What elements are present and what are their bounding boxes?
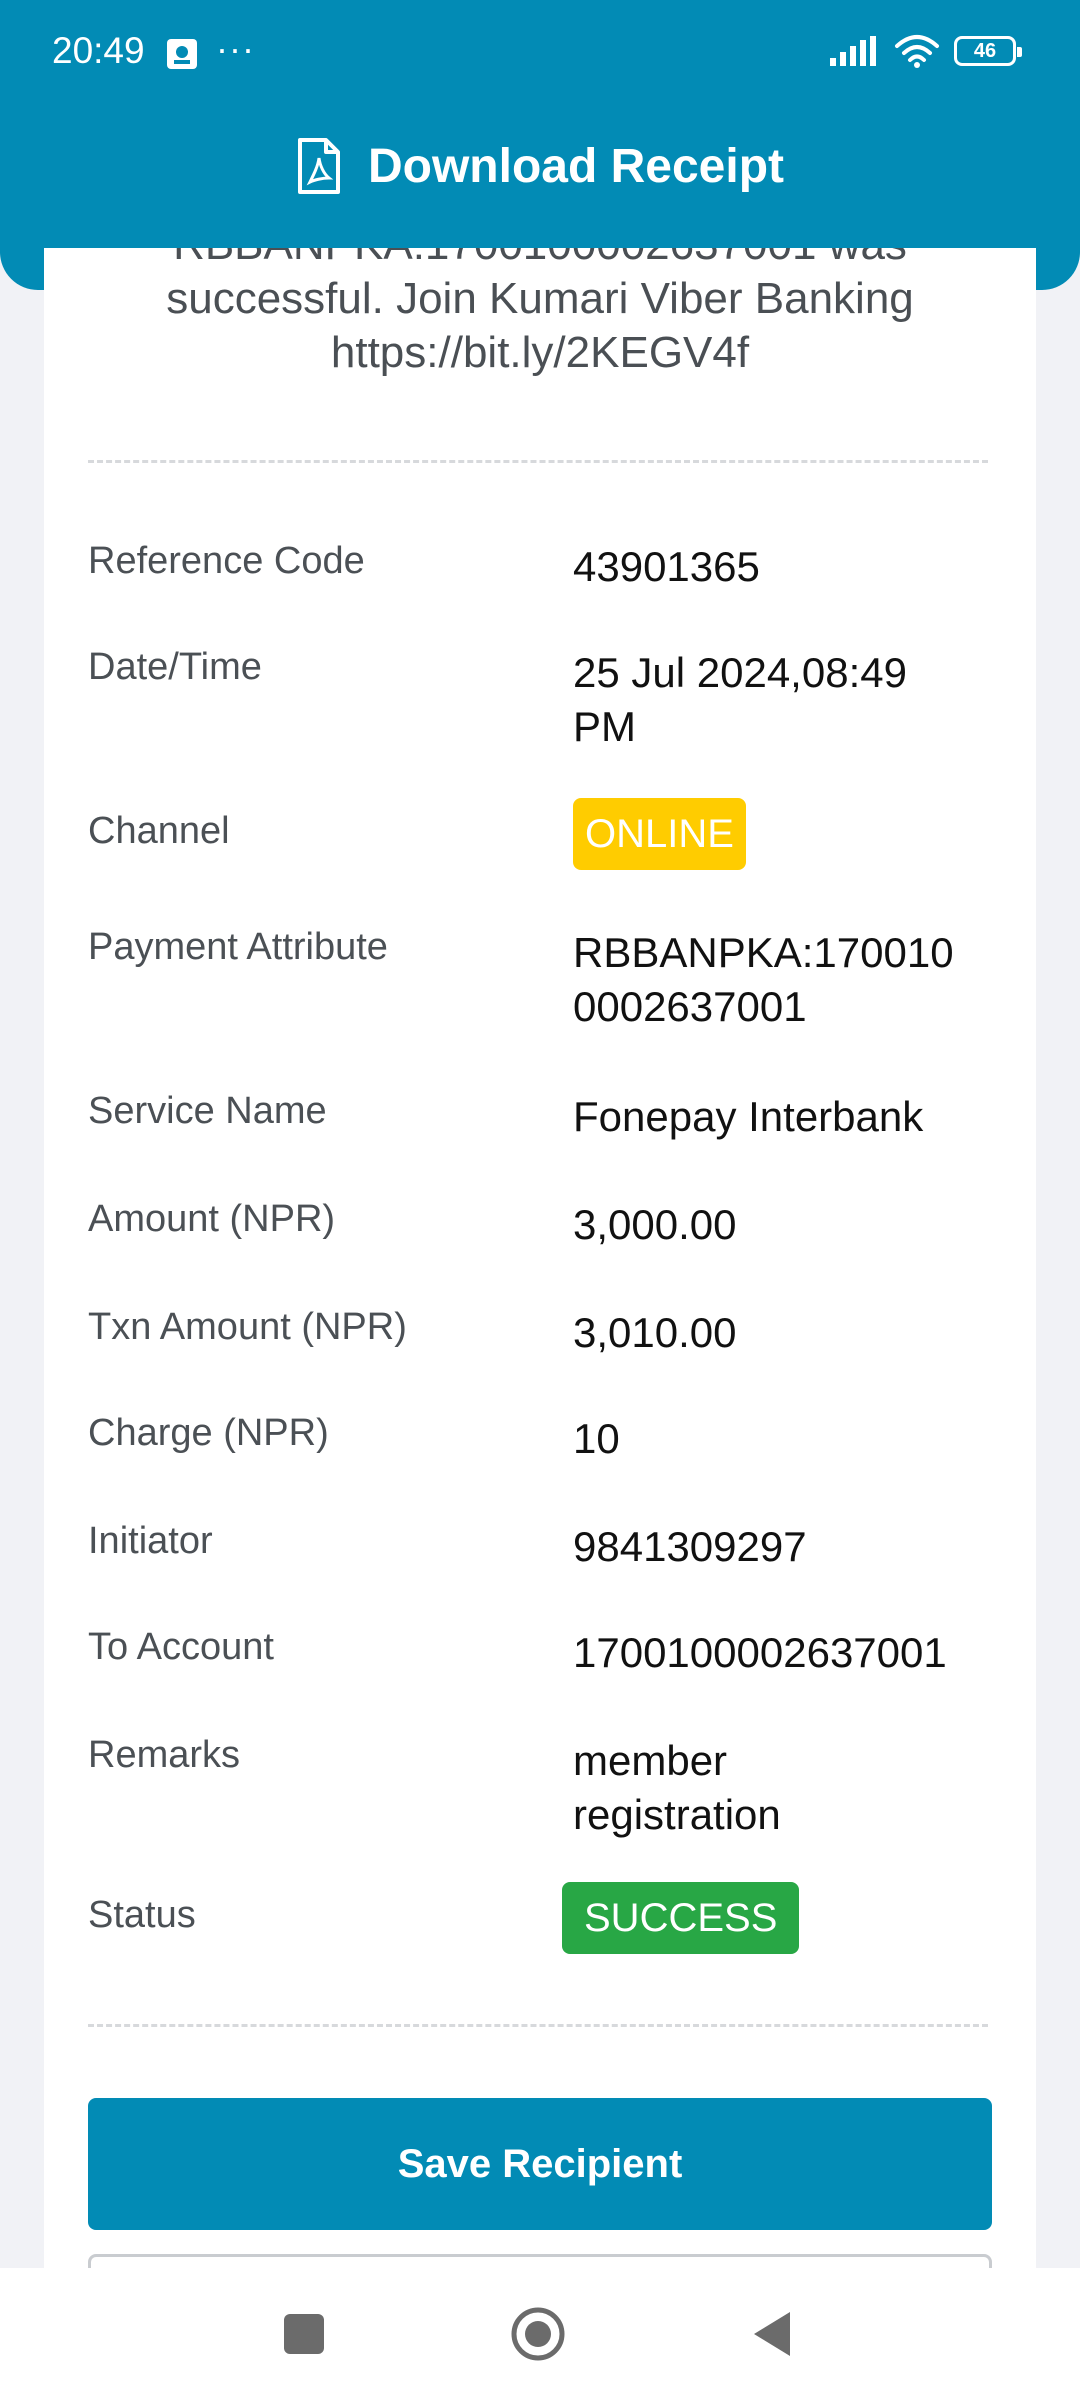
message-line-1: RBBANPKA:17001000026370​01 was bbox=[44, 248, 1036, 272]
status-time: 20:49 bbox=[52, 30, 145, 71]
channel-badge: ONLINE bbox=[573, 798, 746, 870]
detail-label: Date/Time bbox=[88, 646, 262, 688]
recent-apps-icon[interactable] bbox=[284, 2314, 324, 2354]
message-line-2: successful. Join Kumari Viber Banking bbox=[166, 274, 914, 323]
wifi-icon bbox=[895, 35, 939, 68]
detail-label: Status bbox=[88, 1894, 196, 1936]
payment-attribute-line-1: RBBANPKA:170010 bbox=[573, 929, 954, 976]
remarks-line-2: registration bbox=[573, 1791, 781, 1838]
signal-icon bbox=[830, 36, 876, 66]
secondary-action-button[interactable] bbox=[88, 2254, 992, 2268]
detail-value: 10 bbox=[573, 1415, 620, 1462]
detail-value: 9841309297 bbox=[573, 1523, 807, 1570]
detail-value: 1700100002637001 bbox=[573, 1629, 947, 1676]
status-bar: 20:49 ··· 46 bbox=[0, 0, 1080, 110]
detail-label: Remarks bbox=[88, 1734, 241, 1776]
detail-value: 3,000.00 bbox=[573, 1201, 737, 1248]
receipt-card: RBBANPKA:17001000026370​01 was successfu… bbox=[44, 248, 1036, 2268]
date-line: 25 Jul 2024,08:49 bbox=[573, 649, 907, 696]
detail-value: 3,010.00 bbox=[573, 1309, 737, 1356]
detail-value: Fonepay Interbank bbox=[573, 1093, 924, 1140]
pdf-file-icon bbox=[297, 138, 340, 194]
detail-label: Initiator bbox=[88, 1520, 213, 1562]
detail-value: 25 Jul 2024,08:49 PM bbox=[573, 646, 993, 754]
detail-label: Txn Amount (NPR) bbox=[88, 1306, 407, 1348]
header-title: Download Receipt bbox=[367, 139, 785, 193]
remarks-line-1: member bbox=[573, 1737, 728, 1784]
gallery-notification-icon bbox=[167, 39, 197, 69]
detail-label: Service Name bbox=[88, 1090, 327, 1132]
status-right: 46 bbox=[830, 34, 1022, 68]
detail-label: Channel bbox=[88, 810, 230, 852]
divider-bottom bbox=[88, 2024, 988, 2027]
back-icon[interactable] bbox=[752, 2310, 792, 2358]
detail-value: RBBANPKA:170010 0002637001 bbox=[573, 926, 993, 1034]
detail-label: Charge (NPR) bbox=[88, 1412, 329, 1454]
system-nav-bar bbox=[0, 2268, 1080, 2400]
divider-top bbox=[88, 460, 988, 463]
detail-value: member registration bbox=[573, 1734, 993, 1842]
download-receipt-action[interactable]: Download Receipt bbox=[0, 138, 1080, 194]
detail-label: Amount (NPR) bbox=[88, 1198, 336, 1240]
message-line-3: https://bit.ly/2KEGV4f bbox=[330, 328, 750, 377]
detail-label: Reference Code bbox=[88, 540, 365, 582]
more-notifications-icon: ··· bbox=[216, 28, 255, 69]
detail-value: 43901365 bbox=[573, 543, 760, 590]
detail-label: Payment Attribute bbox=[88, 926, 388, 968]
detail-label: To Account bbox=[88, 1626, 274, 1668]
home-icon[interactable] bbox=[510, 2306, 566, 2362]
time-suffix: PM bbox=[573, 703, 636, 750]
battery-level: 46 bbox=[973, 39, 997, 62]
payment-attribute-line-2: 0002637001 bbox=[573, 983, 807, 1030]
save-recipient-button[interactable]: Save Recipient bbox=[88, 2098, 992, 2230]
status-badge: SUCCESS bbox=[562, 1882, 800, 1954]
battery-icon: 46 bbox=[954, 36, 1022, 66]
transaction-message: RBBANPKA:17001000026370​01 was successfu… bbox=[44, 248, 1036, 380]
